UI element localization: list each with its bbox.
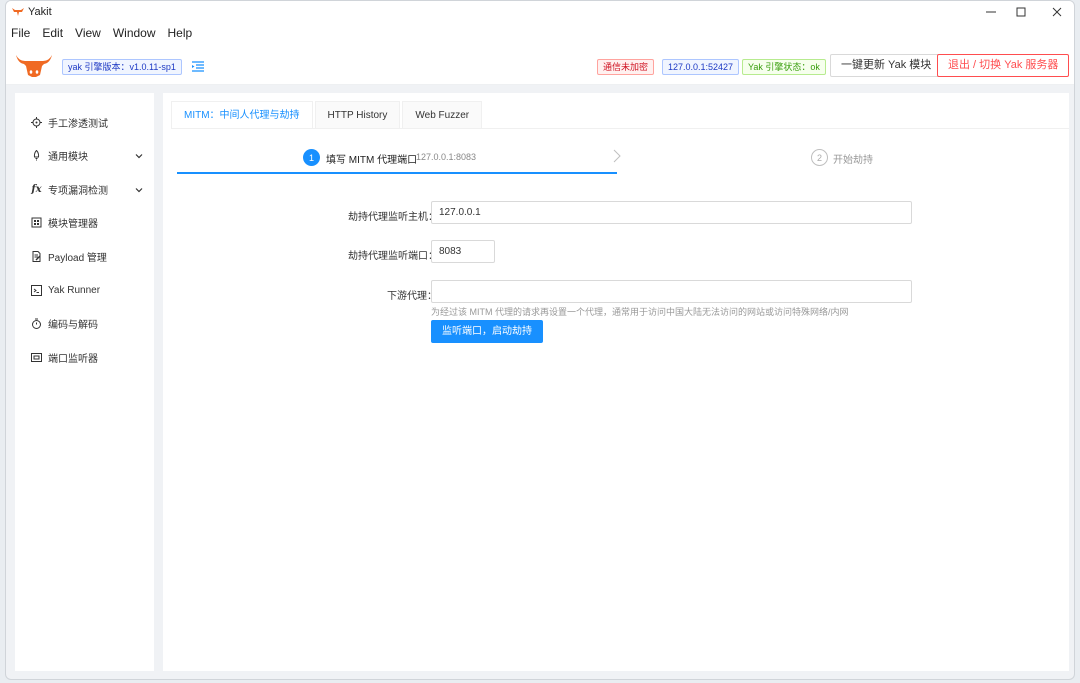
sidebar-item-manual-pentest[interactable]: 手工渗透测试 bbox=[15, 110, 154, 134]
step-1-title: 填写 MITM 代理端口 bbox=[326, 155, 418, 166]
title-bar: Yakit bbox=[6, 1, 1074, 23]
engine-status-tag: Yak 引擎状态：ok bbox=[742, 59, 826, 75]
app-header: yak 引擎版本：v1.0.11-sp1 通信未加密 127.0.0.1:524… bbox=[6, 43, 1074, 85]
window-title: Yakit bbox=[28, 6, 52, 18]
app-store-icon bbox=[31, 217, 42, 228]
update-yak-modules-button[interactable]: 一键更新 Yak 模块 bbox=[830, 54, 943, 77]
code-icon bbox=[31, 284, 42, 296]
sidebar-item-vuln-detection[interactable]: fx 专项漏洞检测 bbox=[15, 177, 154, 201]
tab-http-history[interactable]: HTTP History bbox=[314, 101, 401, 129]
menu-window[interactable]: Window bbox=[113, 26, 156, 40]
chevron-down-icon bbox=[135, 151, 143, 159]
file-edit-icon bbox=[31, 250, 42, 262]
sidebar-item-payload-manager[interactable]: Payload 管理 bbox=[15, 244, 154, 268]
active-step-underline bbox=[177, 172, 617, 174]
host-field[interactable] bbox=[431, 201, 912, 224]
port-field[interactable] bbox=[431, 240, 495, 263]
step-1-indicator: 1 bbox=[303, 149, 320, 166]
sidebar-item-label: 编码与解码 bbox=[48, 319, 98, 331]
tab-bar: MITM：中间人代理与劫持 HTTP History Web Fuzzer bbox=[171, 101, 484, 129]
yakit-app-icon bbox=[12, 6, 24, 18]
downstream-proxy-field[interactable] bbox=[431, 280, 912, 303]
sidebar-item-label: Payload 管理 bbox=[48, 252, 107, 264]
tab-web-fuzzer[interactable]: Web Fuzzer bbox=[402, 101, 483, 129]
menu-file[interactable]: File bbox=[11, 26, 30, 40]
sidebar-item-general-modules[interactable]: 通用模块 bbox=[15, 143, 154, 167]
sidebar-item-label: 手工渗透测试 bbox=[48, 118, 108, 130]
port-field-label: 劫持代理监听端口： bbox=[348, 251, 438, 262]
sidebar: 手工渗透测试 通用模块 fx 专项漏洞检测 模块管理器 Payload 管理 Y… bbox=[15, 93, 154, 671]
stopwatch-icon bbox=[31, 318, 42, 329]
sidebar-item-label: Yak Runner bbox=[48, 284, 101, 296]
tab-mitm[interactable]: MITM：中间人代理与劫持 bbox=[171, 101, 313, 129]
minimize-button[interactable] bbox=[974, 1, 1008, 23]
menu-bar: File Edit View Window Help bbox=[6, 23, 1074, 43]
step-2-title: 开始劫持 bbox=[833, 155, 873, 166]
close-window-button[interactable] bbox=[1040, 1, 1074, 23]
app-window: Yakit File Edit View Window Help yak 引擎版… bbox=[5, 0, 1075, 680]
maximize-button[interactable] bbox=[1004, 1, 1038, 23]
step-1-description: 127.0.0.1:8083 bbox=[416, 152, 477, 162]
start-mitm-button[interactable]: 监听端口，启动劫持 bbox=[431, 320, 543, 343]
host-field-label: 劫持代理监听主机： bbox=[348, 212, 438, 223]
menu-fold-icon[interactable] bbox=[192, 60, 204, 72]
downstream-proxy-help: 为经过该 MITM 代理的请求再设置一个代理，通常用于访问中国大陆无法访问的网站… bbox=[431, 307, 849, 317]
menu-view[interactable]: View bbox=[75, 26, 101, 40]
port-icon bbox=[31, 352, 42, 363]
function-icon: fx bbox=[31, 183, 42, 195]
main-panel: MITM：中间人代理与劫持 HTTP History Web Fuzzer 1 … bbox=[163, 93, 1069, 671]
exit-switch-server-button[interactable]: 退出 / 切换 Yak 服务器 bbox=[937, 54, 1070, 77]
engine-version-tag: yak 引擎版本：v1.0.11-sp1 bbox=[62, 59, 182, 75]
step-2-indicator: 2 bbox=[811, 149, 828, 166]
tab-divider bbox=[171, 128, 1069, 129]
downstream-proxy-label: 下游代理： bbox=[387, 291, 437, 302]
sidebar-item-label: 专项漏洞检测 bbox=[48, 185, 108, 197]
rocket-icon bbox=[31, 149, 42, 161]
sidebar-item-label: 通用模块 bbox=[48, 151, 88, 163]
aim-icon bbox=[31, 116, 42, 128]
menu-help[interactable]: Help bbox=[168, 26, 193, 40]
server-address-tag: 127.0.0.1:52427 bbox=[662, 59, 740, 75]
sidebar-item-label: 端口监听器 bbox=[48, 353, 98, 365]
sidebar-item-module-manager[interactable]: 模块管理器 bbox=[15, 210, 154, 234]
comm-encryption-tag: 通信未加密 bbox=[597, 59, 655, 75]
sidebar-item-yak-runner[interactable]: Yak Runner bbox=[15, 278, 154, 302]
menu-edit[interactable]: Edit bbox=[42, 26, 63, 40]
steps: 1 填写 MITM 代理端口 127.0.0.1:8083 2 开始劫持 bbox=[171, 143, 1061, 175]
yakit-logo bbox=[15, 52, 53, 78]
chevron-right-icon bbox=[611, 149, 623, 163]
sidebar-item-port-listener[interactable]: 端口监听器 bbox=[15, 345, 154, 369]
chevron-down-icon bbox=[135, 185, 143, 193]
sidebar-item-label: 模块管理器 bbox=[48, 218, 98, 230]
sidebar-item-codec[interactable]: 编码与解码 bbox=[15, 311, 154, 335]
